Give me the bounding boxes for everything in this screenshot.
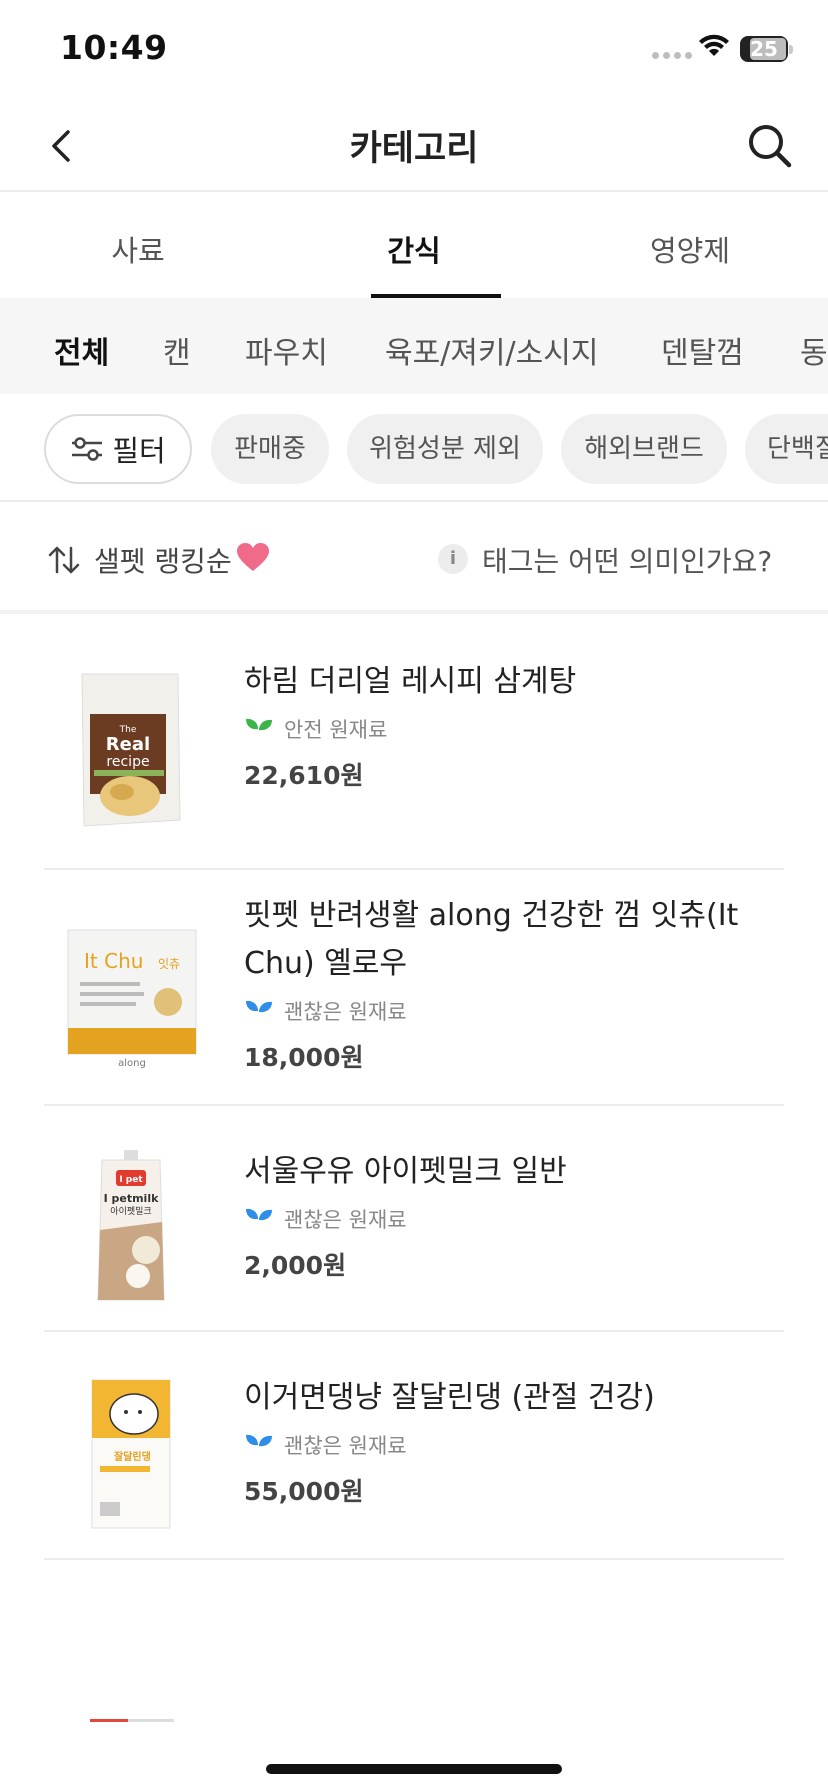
category-tabs: 사료 간식 영양제 [0, 194, 828, 298]
sliders-icon [72, 437, 103, 461]
leaf-icon [246, 1208, 272, 1230]
battery-level: 25 [750, 37, 778, 61]
chip-protein[interactable]: 단백질 [745, 414, 828, 484]
subcategory-jerky[interactable]: 육포/져키/소시지 [385, 328, 598, 372]
tag-help-link[interactable]: 태그는 어떤 의미인가요? [482, 540, 772, 580]
heart-icon [237, 543, 269, 571]
filter-label: 필터 [112, 434, 166, 468]
subcategory-dental[interactable]: 덴탈껌 [661, 328, 744, 372]
product-tag: 괜찮은 원재료 [244, 1430, 764, 1460]
product-price: 55,000원 [244, 1477, 364, 1506]
cellular-signal-icon [652, 52, 692, 59]
home-indicator[interactable] [266, 1764, 562, 1774]
product-info: 핏펫 반려생활 along 건강한 껌 잇츄(It Chu) 옐로우 괜찮은 원… [244, 892, 764, 1074]
product-name: 서울우유 아이펫밀크 일반 [244, 1154, 567, 1189]
tab-snack[interactable]: 간식 [276, 194, 552, 298]
subcategory-bar: 전체 캔 파우치 육포/져키/소시지 덴탈껌 동 [0, 298, 828, 394]
product-name: 핏펫 반려생활 along 건강한 껌 잇츄(It Chu) 옐로우 [244, 898, 739, 981]
subcategory-more[interactable]: 동 [800, 328, 828, 372]
list-item[interactable]: The Real recipe 하림 더리얼 레시피 삼계탕 안전 원재료 22… [44, 618, 784, 870]
product-info: 이거면댕냥 잘달린댕 (관절 건강) 괜찮은 원재료 55,000원 [244, 1374, 764, 1508]
product-tag-label: 괜찮은 원재료 [284, 1434, 407, 1458]
filter-chip-row: 필터 판매중 위험성분 제외 해외브랜드 단백질 [0, 394, 828, 502]
sort-label[interactable]: 샐펫 랭킹순 [94, 540, 232, 580]
product-name: 이거면댕냥 잘달린댕 (관절 건강) [244, 1380, 655, 1415]
product-price: 2,000원 [244, 1251, 347, 1280]
chip-on-sale[interactable]: 판매중 [211, 414, 329, 484]
list-item[interactable]: 잘달린댕 이거면댕냥 잘달린댕 (관절 건강) 괜찮은 원재료 55,000원 [44, 1334, 784, 1560]
loading-progress-fill [90, 1719, 128, 1722]
product-tag-label: 괜찮은 원재료 [284, 1000, 407, 1024]
battery-icon: 25 [740, 36, 788, 62]
product-tag: 안전 원재료 [244, 714, 764, 744]
page-title: 카테고리 [349, 129, 479, 169]
loading-indicator [90, 1719, 174, 1722]
product-image: It Chu 잇츄 along [67, 929, 197, 1069]
product-brand: It Chu [84, 949, 143, 973]
info-icon[interactable]: i [438, 544, 468, 574]
app-header: 카테고리 [0, 100, 828, 192]
chip-exclude-risky[interactable]: 위험성분 제외 [347, 414, 543, 484]
sort-bar: 샐펫 랭킹순 i 태그는 어떤 의미인가요? [0, 504, 828, 614]
search-icon[interactable] [744, 120, 796, 172]
subcategory-all[interactable]: 전체 [54, 328, 109, 372]
product-info: 하림 더리얼 레시피 삼계탕 안전 원재료 22,610원 [244, 658, 764, 792]
chip-overseas-brand[interactable]: 해외브랜드 [561, 414, 727, 484]
product-image: 잘달린댕 [91, 1379, 171, 1529]
tab-supplement[interactable]: 영양제 [552, 194, 828, 298]
status-bar: 10:49 25 [0, 0, 828, 100]
list-item[interactable]: I pet I petmilk 아이펫밀크 서울우유 아이펫밀크 일반 괜찮은 … [44, 1108, 784, 1332]
filter-button[interactable]: 필터 [44, 414, 192, 484]
leaf-icon [246, 1434, 272, 1456]
wifi-icon [699, 34, 729, 56]
product-price: 22,610원 [244, 761, 364, 790]
product-brand-line2: 아이펫밀크 [110, 1205, 151, 1217]
product-price: 18,000원 [244, 1043, 364, 1072]
leaf-icon [246, 1000, 272, 1022]
product-brand-line1: 잘달린댕 [114, 1450, 151, 1463]
product-tag: 괜찮은 원재료 [244, 996, 764, 1026]
product-image: The Real recipe [81, 673, 181, 827]
product-brand-kr: 잇츄 [158, 957, 180, 971]
subcategory-pouch[interactable]: 파우치 [245, 328, 328, 372]
product-image: I pet I petmilk 아이펫밀크 [97, 1150, 165, 1301]
subcategory-can[interactable]: 캔 [163, 328, 191, 372]
leaf-icon [246, 718, 272, 740]
battery-nub [789, 45, 793, 54]
product-tag: 괜찮은 원재료 [244, 1204, 764, 1234]
product-brand-line1: I petmilk [104, 1192, 160, 1205]
product-brand: I pet [119, 1175, 143, 1185]
product-info: 서울우유 아이펫밀크 일반 괜찮은 원재료 2,000원 [244, 1148, 764, 1282]
product-tag-label: 안전 원재료 [284, 718, 388, 742]
product-brand-line2: recipe [106, 754, 149, 770]
product-maker: along [118, 1058, 146, 1069]
sort-icon[interactable] [46, 542, 82, 578]
list-item[interactable]: It Chu 잇츄 along 핏펫 반려생활 along 건강한 껌 잇츄(I… [44, 872, 784, 1106]
product-brand-line1: Real [106, 734, 150, 755]
product-name: 하림 더리얼 레시피 삼계탕 [244, 664, 577, 699]
status-time: 10:49 [60, 28, 168, 67]
product-tag-label: 괜찮은 원재료 [284, 1208, 407, 1232]
tab-food[interactable]: 사료 [0, 194, 276, 298]
